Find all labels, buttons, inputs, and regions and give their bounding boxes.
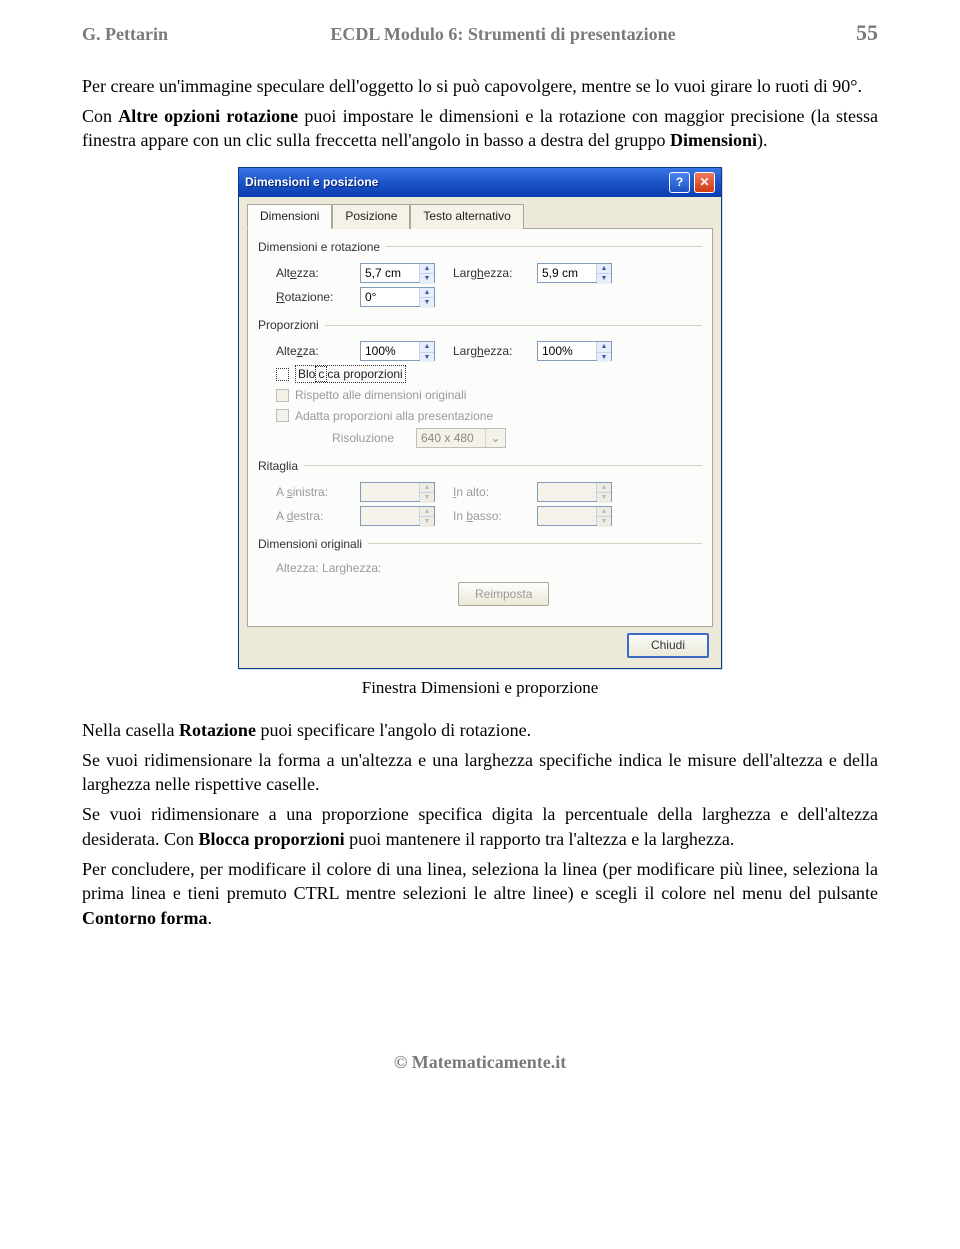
in-basso-input — [538, 507, 596, 525]
prop-altezza-input[interactable] — [361, 342, 419, 360]
rispetto-dimensioni-label: Rispetto alle dimensioni originali — [295, 387, 466, 403]
rotazione-label: Rotazione: — [276, 289, 352, 305]
in-basso-stepper: ▲▼ — [537, 506, 612, 526]
chevron-down-icon: ⌄ — [485, 429, 505, 447]
bold-text: Contorno forma — [82, 908, 207, 928]
chevron-down-icon[interactable]: ▼ — [420, 274, 434, 283]
chevron-up-icon: ▲ — [597, 483, 611, 493]
chevron-down-icon: ▼ — [420, 493, 434, 502]
paragraph-5: Per concludere, per modificare il colore… — [82, 857, 878, 930]
paragraph-1b: Con Altre opzioni rotazione puoi imposta… — [82, 104, 878, 153]
a-destra-input — [361, 507, 419, 525]
text: . — [207, 908, 212, 928]
chevron-down-icon[interactable]: ▼ — [420, 298, 434, 307]
orig-text: Altezza: Larghezza: — [276, 560, 381, 576]
checkbox-icon — [276, 368, 289, 381]
tab-dimensioni[interactable]: Dimensioni — [247, 204, 332, 229]
larghezza-label: Larghezza: — [453, 265, 529, 281]
group-ritaglia: Ritaglia — [258, 458, 298, 474]
text: Con — [82, 106, 118, 126]
chevron-down-icon[interactable]: ▼ — [597, 353, 611, 362]
header-page-number: 55 — [838, 18, 878, 48]
chevron-down-icon[interactable]: ▼ — [597, 274, 611, 283]
a-sinistra-label: A sinistra: — [276, 484, 352, 500]
reimposta-button: Reimposta — [458, 582, 549, 606]
in-alto-label: In alto: — [453, 484, 529, 500]
adatta-proporzioni-checkbox: Adatta proporzioni alla presentazione — [258, 406, 702, 426]
bold-text: Rotazione — [179, 720, 256, 740]
chevron-down-icon: ▼ — [597, 517, 611, 526]
dialog-titlebar[interactable]: Dimensioni e posizione ? ✕ — [239, 168, 721, 197]
chevron-up-icon: ▲ — [597, 507, 611, 517]
dimensions-dialog: Dimensioni e posizione ? ✕ Dimensioni Po… — [238, 167, 722, 669]
prop-altezza-label: Altezza: — [276, 343, 352, 359]
in-alto-stepper: ▲▼ — [537, 482, 612, 502]
prop-larghezza-stepper[interactable]: ▲▼ — [537, 341, 612, 361]
blocca-proporzioni-checkbox[interactable]: Blocca proporzioni — [258, 363, 702, 385]
altezza-input[interactable] — [361, 264, 419, 282]
bold-text: Blocca proporzioni — [198, 829, 344, 849]
a-destra-label: A destra: — [276, 508, 352, 524]
risoluzione-label: Risoluzione — [332, 430, 408, 446]
rispetto-dimensioni-checkbox: Rispetto alle dimensioni originali — [258, 385, 702, 405]
chevron-up-icon[interactable]: ▲ — [597, 264, 611, 274]
dialog-title: Dimensioni e posizione — [245, 174, 665, 190]
group-dimensioni-originali: Dimensioni originali — [258, 536, 362, 552]
rotazione-input[interactable] — [361, 288, 419, 306]
paragraph-1a: Per creare un'immagine speculare dell'og… — [82, 74, 878, 98]
prop-larghezza-label: Larghezza: — [453, 343, 529, 359]
chiudi-button[interactable]: Chiudi — [627, 633, 709, 657]
text: ). — [757, 130, 768, 150]
footer: © Matematicamente.it — [82, 1050, 878, 1074]
larghezza-input[interactable] — [538, 264, 596, 282]
blocca-proporzioni-label: Blocca proporzioni — [295, 365, 406, 383]
a-sinistra-input — [361, 483, 419, 501]
a-destra-stepper: ▲▼ — [360, 506, 435, 526]
larghezza-stepper[interactable]: ▲▼ — [537, 263, 612, 283]
bold-text: Dimensioni — [670, 130, 757, 150]
altezza-label: Altezza: — [276, 265, 352, 281]
chevron-up-icon: ▲ — [420, 507, 434, 517]
group-dimensioni-rotazione: Dimensioni e rotazione — [258, 239, 380, 255]
risoluzione-input — [417, 429, 485, 447]
in-basso-label: In basso: — [453, 508, 529, 524]
help-icon[interactable]: ? — [669, 172, 690, 193]
chevron-up-icon[interactable]: ▲ — [597, 342, 611, 352]
chevron-down-icon: ▼ — [597, 493, 611, 502]
chevron-up-icon[interactable]: ▲ — [420, 288, 434, 298]
header-author: G. Pettarin — [82, 22, 168, 46]
adatta-proporzioni-label: Adatta proporzioni alla presentazione — [295, 408, 493, 424]
checkbox-icon — [276, 389, 289, 402]
chevron-up-icon[interactable]: ▲ — [420, 264, 434, 274]
text: Per concludere, per modificare il colore… — [82, 859, 878, 903]
tab-strip: Dimensioni Posizione Testo alternativo — [247, 203, 713, 228]
text: puoi mantenere il rapporto tra l'altezza… — [345, 829, 735, 849]
header-title: ECDL Modulo 6: Strumenti di presentazion… — [168, 22, 838, 46]
chevron-up-icon: ▲ — [420, 483, 434, 493]
paragraph-3: Se vuoi ridimensionare la forma a un'alt… — [82, 748, 878, 797]
group-proporzioni: Proporzioni — [258, 317, 319, 333]
risoluzione-combo: ⌄ — [416, 428, 506, 448]
prop-altezza-stepper[interactable]: ▲▼ — [360, 341, 435, 361]
chevron-down-icon: ▼ — [420, 517, 434, 526]
close-icon[interactable]: ✕ — [694, 172, 715, 193]
in-alto-input — [538, 483, 596, 501]
rotazione-stepper[interactable]: ▲▼ — [360, 287, 435, 307]
tab-page-dimensioni: Dimensioni e rotazione Altezza: ▲▼ Largh… — [247, 228, 713, 628]
a-sinistra-stepper: ▲▼ — [360, 482, 435, 502]
text: puoi specificare l'angolo di rotazione. — [256, 720, 531, 740]
paragraph-4: Se vuoi ridimensionare a una proporzione… — [82, 802, 878, 851]
dialog-caption: Finestra Dimensioni e proporzione — [82, 677, 878, 700]
tab-posizione[interactable]: Posizione — [332, 204, 410, 229]
chevron-up-icon[interactable]: ▲ — [420, 342, 434, 352]
tab-testo-alternativo[interactable]: Testo alternativo — [410, 204, 523, 229]
bold-text: Altre opzioni rotazione — [118, 106, 298, 126]
paragraph-2: Nella casella Rotazione puoi specificare… — [82, 718, 878, 742]
text: Nella casella — [82, 720, 179, 740]
prop-larghezza-input[interactable] — [538, 342, 596, 360]
checkbox-icon — [276, 409, 289, 422]
page-header: G. Pettarin ECDL Modulo 6: Strumenti di … — [82, 18, 878, 48]
altezza-stepper[interactable]: ▲▼ — [360, 263, 435, 283]
chevron-down-icon[interactable]: ▼ — [420, 353, 434, 362]
